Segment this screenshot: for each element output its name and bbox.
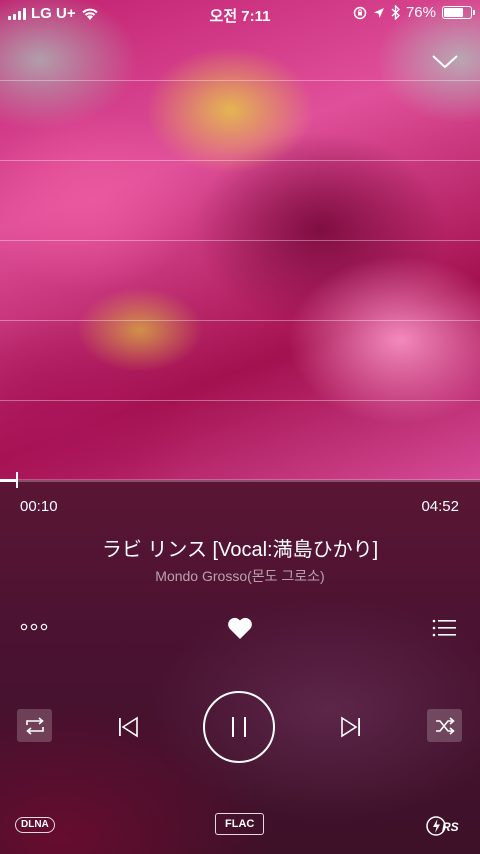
total-time: 04:52	[421, 498, 459, 515]
rs-label: RS	[442, 820, 459, 834]
heart-icon[interactable]	[225, 614, 255, 642]
bluetooth-icon	[391, 5, 400, 20]
track-title: ラビ リンス [Vocal:満島ひかり]	[101, 539, 379, 561]
location-icon	[373, 7, 384, 18]
current-time: 00:10	[20, 498, 58, 515]
battery-icon	[442, 6, 475, 19]
artist-name[interactable]: Mondo Grosso(몬도 그로소)	[0, 566, 480, 586]
progress-bar[interactable]	[0, 472, 480, 488]
next-icon[interactable]	[336, 712, 366, 742]
chevron-down-icon[interactable]	[431, 52, 459, 72]
pause-button[interactable]	[203, 691, 275, 763]
album-art	[0, 0, 480, 480]
previous-icon[interactable]	[113, 712, 143, 742]
rs-badge[interactable]: RS	[425, 814, 461, 838]
flac-badge[interactable]: FLAC	[215, 813, 265, 835]
status-bar: LG U+ 오전 7:11 76%	[0, 0, 480, 28]
dlna-button[interactable]: DLNA	[15, 817, 55, 833]
more-icon[interactable]	[20, 618, 48, 636]
pause-icon	[232, 717, 246, 737]
shuffle-icon[interactable]	[427, 709, 462, 742]
progress-handle[interactable]	[16, 472, 19, 488]
battery-percent: 76%	[405, 4, 436, 21]
playlist-icon[interactable]	[430, 615, 458, 641]
orientation-lock-icon	[353, 6, 367, 19]
repeat-icon[interactable]	[17, 709, 52, 742]
progress-fill	[0, 479, 17, 482]
